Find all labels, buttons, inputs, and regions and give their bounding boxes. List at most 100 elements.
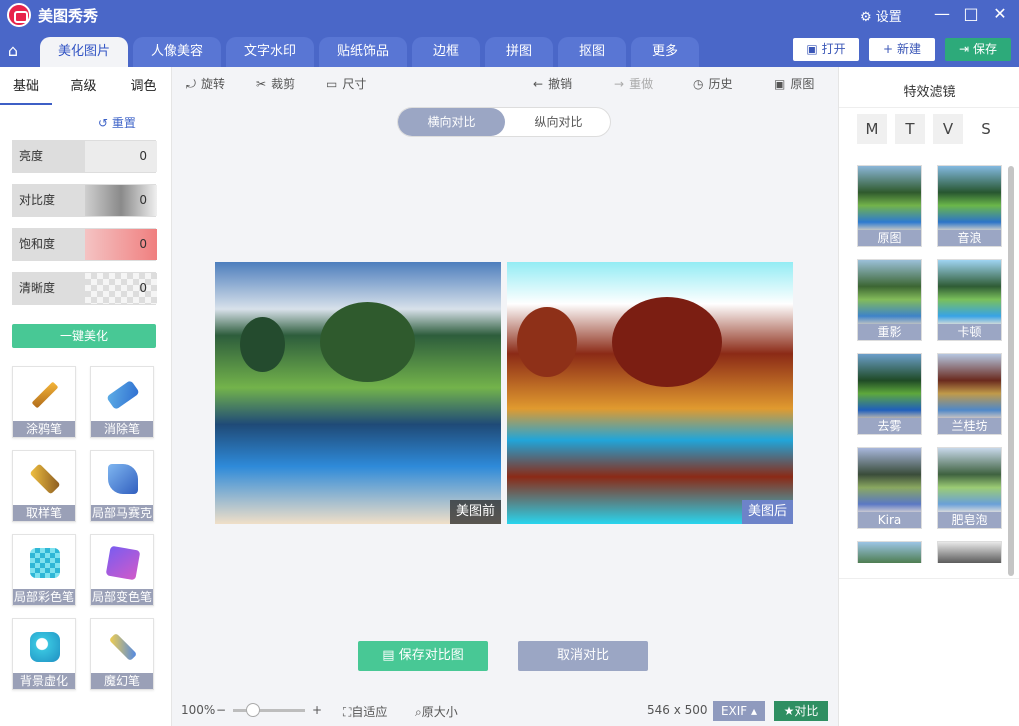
zoom-slider[interactable] bbox=[233, 709, 305, 712]
tab-text[interactable]: 文字水印 bbox=[226, 37, 314, 67]
one-key-beautify-button[interactable]: 一键美化 bbox=[12, 324, 156, 348]
crop-button[interactable]: ✂ 裁剪 bbox=[256, 75, 295, 93]
size-button[interactable]: ▭ 尺寸 bbox=[326, 75, 366, 93]
redo-label: 重做 bbox=[629, 77, 654, 91]
before-caption: 美图前 bbox=[449, 500, 501, 524]
rotate-button[interactable]: ⤾ 旋转 bbox=[186, 75, 225, 93]
eraser-pen-tool[interactable]: 消除笔 bbox=[90, 366, 154, 438]
close-icon: ✕ bbox=[993, 4, 1007, 23]
tab-border[interactable]: 边框 bbox=[412, 37, 480, 67]
left-panel: 基础 高级 调色 ↺ 重置 亮度 0 对比度 0 饱和度 0 清晰度 0 一键美… bbox=[0, 67, 172, 726]
open-button[interactable]: ▣ 打开 bbox=[793, 38, 859, 61]
size-t-button[interactable]: T bbox=[895, 114, 925, 144]
filter-dehaze[interactable]: 去雾 bbox=[857, 353, 922, 435]
star-icon: ★ bbox=[783, 704, 795, 718]
settings-label: 设置 bbox=[875, 10, 902, 25]
tab-cutout[interactable]: 抠图 bbox=[558, 37, 626, 67]
filter-soap-bubble[interactable]: 肥皂泡 bbox=[937, 447, 1002, 529]
local-recolor-pen-label: 局部变色笔 bbox=[91, 589, 153, 605]
save-button[interactable]: ⇥ 保存 bbox=[945, 38, 1011, 61]
maximize-button[interactable]: □ bbox=[959, 3, 983, 27]
settings-button[interactable]: ⚙ 设置 bbox=[860, 6, 902, 25]
saturation-label: 饱和度 bbox=[13, 229, 85, 260]
zoom-in-button[interactable]: + bbox=[312, 703, 322, 719]
size-m-button[interactable]: M bbox=[857, 114, 887, 144]
recolor-icon bbox=[105, 545, 141, 581]
actual-size-label: 原大小 bbox=[421, 705, 458, 719]
vertical-compare-option[interactable]: 纵向对比 bbox=[505, 108, 612, 136]
redo-arrow-icon: → bbox=[614, 77, 625, 91]
subtab-advanced[interactable]: 高级 bbox=[57, 67, 110, 105]
zoom-level: 100% bbox=[181, 703, 216, 717]
history-button[interactable]: ◷ 历史 bbox=[693, 75, 733, 93]
effects-bottom-divider bbox=[839, 578, 1019, 579]
zoom-out-button[interactable]: − bbox=[216, 703, 226, 719]
background-blur-tool[interactable]: 背景虚化 bbox=[12, 618, 76, 690]
resize-icon: ▭ bbox=[326, 77, 338, 91]
brightness-slider[interactable]: 亮度 0 bbox=[12, 140, 157, 173]
tab-more[interactable]: 更多 bbox=[631, 37, 699, 67]
contrast-slider[interactable]: 对比度 0 bbox=[12, 184, 157, 217]
horizontal-compare-option[interactable]: 横向对比 bbox=[398, 108, 505, 136]
size-v-button[interactable]: V bbox=[933, 114, 963, 144]
save-comparison-button[interactable]: ▤ 保存对比图 bbox=[358, 641, 488, 671]
fit-button[interactable]: ⛶自适应 bbox=[343, 703, 387, 719]
saturation-slider[interactable]: 饱和度 0 bbox=[12, 228, 157, 261]
sample-pen-tool[interactable]: 取样笔 bbox=[12, 450, 76, 522]
undo-label: 撤销 bbox=[548, 77, 573, 91]
compare-mode-toggle: 横向对比 纵向对比 bbox=[397, 107, 611, 137]
cancel-comparison-button[interactable]: 取消对比 bbox=[518, 641, 648, 671]
effects-title: 特效滤镜 bbox=[903, 85, 956, 100]
tab-beautify[interactable]: 美化图片 bbox=[40, 37, 128, 67]
home-button[interactable]: ⌂ bbox=[3, 41, 23, 61]
redo-button[interactable]: → 重做 bbox=[614, 75, 653, 93]
doodle-pen-tool[interactable]: 涂鸦笔 bbox=[12, 366, 76, 438]
filter-partial-2-thumb bbox=[938, 542, 1001, 563]
minimize-button[interactable]: — bbox=[930, 3, 954, 27]
size-label: 尺寸 bbox=[342, 77, 367, 91]
before-tree-shape bbox=[320, 302, 415, 382]
compare-status-button[interactable]: ★对比 bbox=[774, 701, 828, 721]
zoom-slider-handle[interactable] bbox=[246, 703, 260, 717]
brush-icon bbox=[31, 381, 59, 409]
refresh-icon: ↺ bbox=[98, 116, 109, 130]
contrast-label: 对比度 bbox=[13, 185, 85, 216]
save-label: 保存 bbox=[972, 42, 997, 56]
filter-soap-bubble-thumb bbox=[938, 448, 1001, 514]
new-button[interactable]: + 新建 bbox=[869, 38, 935, 61]
size-s-button[interactable]: S bbox=[971, 114, 1001, 144]
filter-partial-2[interactable] bbox=[937, 541, 1002, 563]
magic-pen-tool[interactable]: 魔幻笔 bbox=[90, 618, 154, 690]
subtab-color[interactable]: 调色 bbox=[115, 67, 172, 105]
sharpness-slider[interactable]: 清晰度 0 bbox=[12, 272, 157, 305]
filter-lan-kwai-fong[interactable]: 兰桂坊 bbox=[937, 353, 1002, 435]
filter-partial-1[interactable] bbox=[857, 541, 922, 563]
plus-icon: + bbox=[883, 42, 894, 56]
filter-ghost[interactable]: 重影 bbox=[857, 259, 922, 341]
tab-portrait[interactable]: 人像美容 bbox=[133, 37, 221, 67]
save-comparison-label: 保存对比图 bbox=[398, 648, 464, 663]
app-logo-icon bbox=[7, 3, 31, 27]
local-color-pen-label: 局部彩色笔 bbox=[13, 589, 75, 605]
effects-scrollbar[interactable] bbox=[1008, 166, 1014, 576]
reset-button[interactable]: ↺ 重置 bbox=[98, 114, 136, 131]
filter-glitch[interactable]: 卡顿 bbox=[937, 259, 1002, 341]
caret-up-icon: ▴ bbox=[747, 704, 758, 718]
close-button[interactable]: ✕ bbox=[988, 3, 1012, 27]
tab-stickers[interactable]: 贴纸饰品 bbox=[319, 37, 407, 67]
local-recolor-pen-tool[interactable]: 局部变色笔 bbox=[90, 534, 154, 606]
subtab-basic[interactable]: 基础 bbox=[0, 67, 52, 105]
actual-size-button[interactable]: ⌕原大小 bbox=[415, 703, 458, 719]
tab-collage[interactable]: 拼图 bbox=[485, 37, 553, 67]
background-blur-label: 背景虚化 bbox=[13, 673, 75, 689]
filter-kira[interactable]: Kira bbox=[857, 447, 922, 529]
local-mosaic-tool[interactable]: 局部马赛克 bbox=[90, 450, 154, 522]
filter-original[interactable]: 原图 bbox=[857, 165, 922, 247]
undo-button[interactable]: ← 撤销 bbox=[533, 75, 572, 93]
exif-button[interactable]: EXIF ▴ bbox=[713, 701, 765, 721]
filter-wave[interactable]: 音浪 bbox=[937, 165, 1002, 247]
original-button[interactable]: ▣ 原图 bbox=[774, 75, 814, 93]
saturation-value: 0 bbox=[139, 237, 147, 251]
local-color-pen-tool[interactable]: 局部彩色笔 bbox=[12, 534, 76, 606]
gear-icon: ⚙ bbox=[860, 10, 872, 25]
